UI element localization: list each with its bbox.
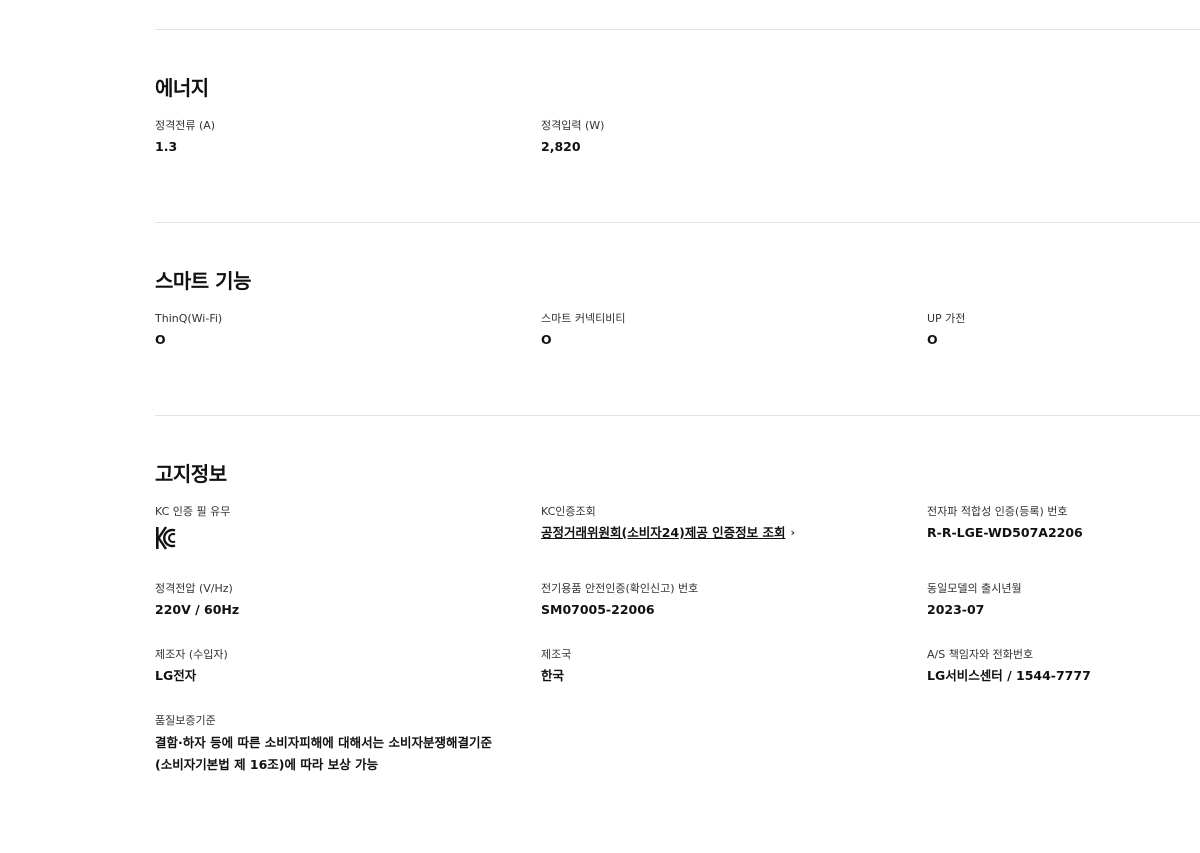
spec-as-contact: A/S 책임자와 전화번호 LG서비스센터 / 1544-7777	[927, 648, 1091, 684]
spec-value: LG전자	[155, 668, 197, 683]
spec-value: 결함·하자 등에 따른 소비자피해에 대해서는 소비자분쟁해결기준 (소비자기본…	[155, 732, 575, 776]
spec-country: 제조국 한국	[541, 648, 571, 684]
spec-label: 정격입력 (W)	[541, 119, 605, 132]
spec-value: 공정거래위원회(소비자24)제공 인증정보 조회 ›	[541, 525, 795, 541]
spec-label: KC인증조회	[541, 505, 596, 518]
spec-label: UP 가전	[927, 312, 966, 325]
section-title-notice: 고지정보	[155, 462, 227, 486]
section-divider	[155, 29, 1200, 30]
spec-label: 정격전류 (A)	[155, 119, 216, 132]
spec-release-date: 동일모델의 출시년월 2023-07	[927, 582, 1022, 618]
spec-thinq: ThinQ(Wi-Fi) O	[155, 312, 222, 348]
spec-value: O	[541, 332, 552, 347]
spec-safety-number: 전기용품 안전인증(확인신고) 번호 SM07005-22006	[541, 582, 698, 618]
spec-label: A/S 책임자와 전화번호	[927, 648, 1034, 661]
spec-value: 1.3	[155, 139, 178, 154]
spec-page: 에너지 정격전류 (A) 1.3 정격입력 (W) 2,820 스마트 기능 T…	[155, 0, 1200, 853]
kc-lookup-link-text[interactable]: 공정거래위원회(소비자24)제공 인증정보 조회	[541, 525, 786, 541]
section-title-smart: 스마트 기능	[155, 269, 251, 293]
warranty-line-2: (소비자기본법 제 16조)에 따라 보상 가능	[155, 757, 379, 772]
spec-label: 동일모델의 출시년월	[927, 582, 1022, 595]
section-divider	[155, 222, 1200, 223]
spec-warranty: 품질보증기준 결함·하자 등에 따른 소비자피해에 대해서는 소비자분쟁해결기준…	[155, 714, 575, 776]
spec-value: 2,820	[541, 139, 581, 154]
spec-label: 전자파 적합성 인증(등록) 번호	[927, 505, 1068, 518]
spec-manufacturer: 제조자 (수입자) LG전자	[155, 648, 228, 684]
spec-value: SM07005-22006	[541, 602, 655, 617]
spec-label: 제조자 (수입자)	[155, 648, 228, 661]
spec-label: 제조국	[541, 648, 572, 661]
spec-value: 220V / 60Hz	[155, 602, 240, 617]
spec-value: LG서비스센터 / 1544-7777	[927, 668, 1091, 683]
spec-value: O	[927, 332, 938, 347]
spec-kc-cert: KC 인증 필 유무	[155, 505, 230, 551]
kc-mark-icon	[156, 526, 176, 550]
spec-rated-voltage: 정격전압 (V/Hz) 220V / 60Hz	[155, 582, 239, 618]
spec-value: 2023-07	[927, 602, 985, 617]
spec-emc-number: 전자파 적합성 인증(등록) 번호 R-R-LGE-WD507A2206	[927, 505, 1083, 541]
spec-up-appliance: UP 가전 O	[927, 312, 965, 348]
section-divider	[155, 415, 1200, 416]
spec-value: O	[155, 332, 166, 347]
spec-label: 전기용품 안전인증(확인신고) 번호	[541, 582, 699, 595]
spec-rated-input: 정격입력 (W) 2,820	[541, 119, 604, 155]
kc-lookup-link[interactable]: 공정거래위원회(소비자24)제공 인증정보 조회 ›	[541, 525, 795, 541]
spec-value: R-R-LGE-WD507A2206	[927, 525, 1083, 540]
spec-rated-current: 정격전류 (A) 1.3	[155, 119, 215, 155]
spec-label: KC 인증 필 유무	[155, 505, 231, 518]
spec-smart-connectivity: 스마트 커넥티비티 O	[541, 312, 625, 348]
section-title-energy: 에너지	[155, 76, 209, 100]
spec-kc-lookup: KC인증조회 공정거래위원회(소비자24)제공 인증정보 조회 ›	[541, 505, 795, 541]
spec-label: 품질보증기준	[155, 714, 216, 727]
spec-value: 한국	[541, 668, 565, 683]
warranty-line-1: 결함·하자 등에 따른 소비자피해에 대해서는 소비자분쟁해결기준	[155, 735, 493, 750]
spec-label: 정격전압 (V/Hz)	[155, 582, 233, 595]
spec-label: 스마트 커넥티비티	[541, 312, 626, 325]
spec-label: ThinQ(Wi-Fi)	[155, 312, 223, 325]
chevron-right-icon: ›	[790, 526, 796, 539]
